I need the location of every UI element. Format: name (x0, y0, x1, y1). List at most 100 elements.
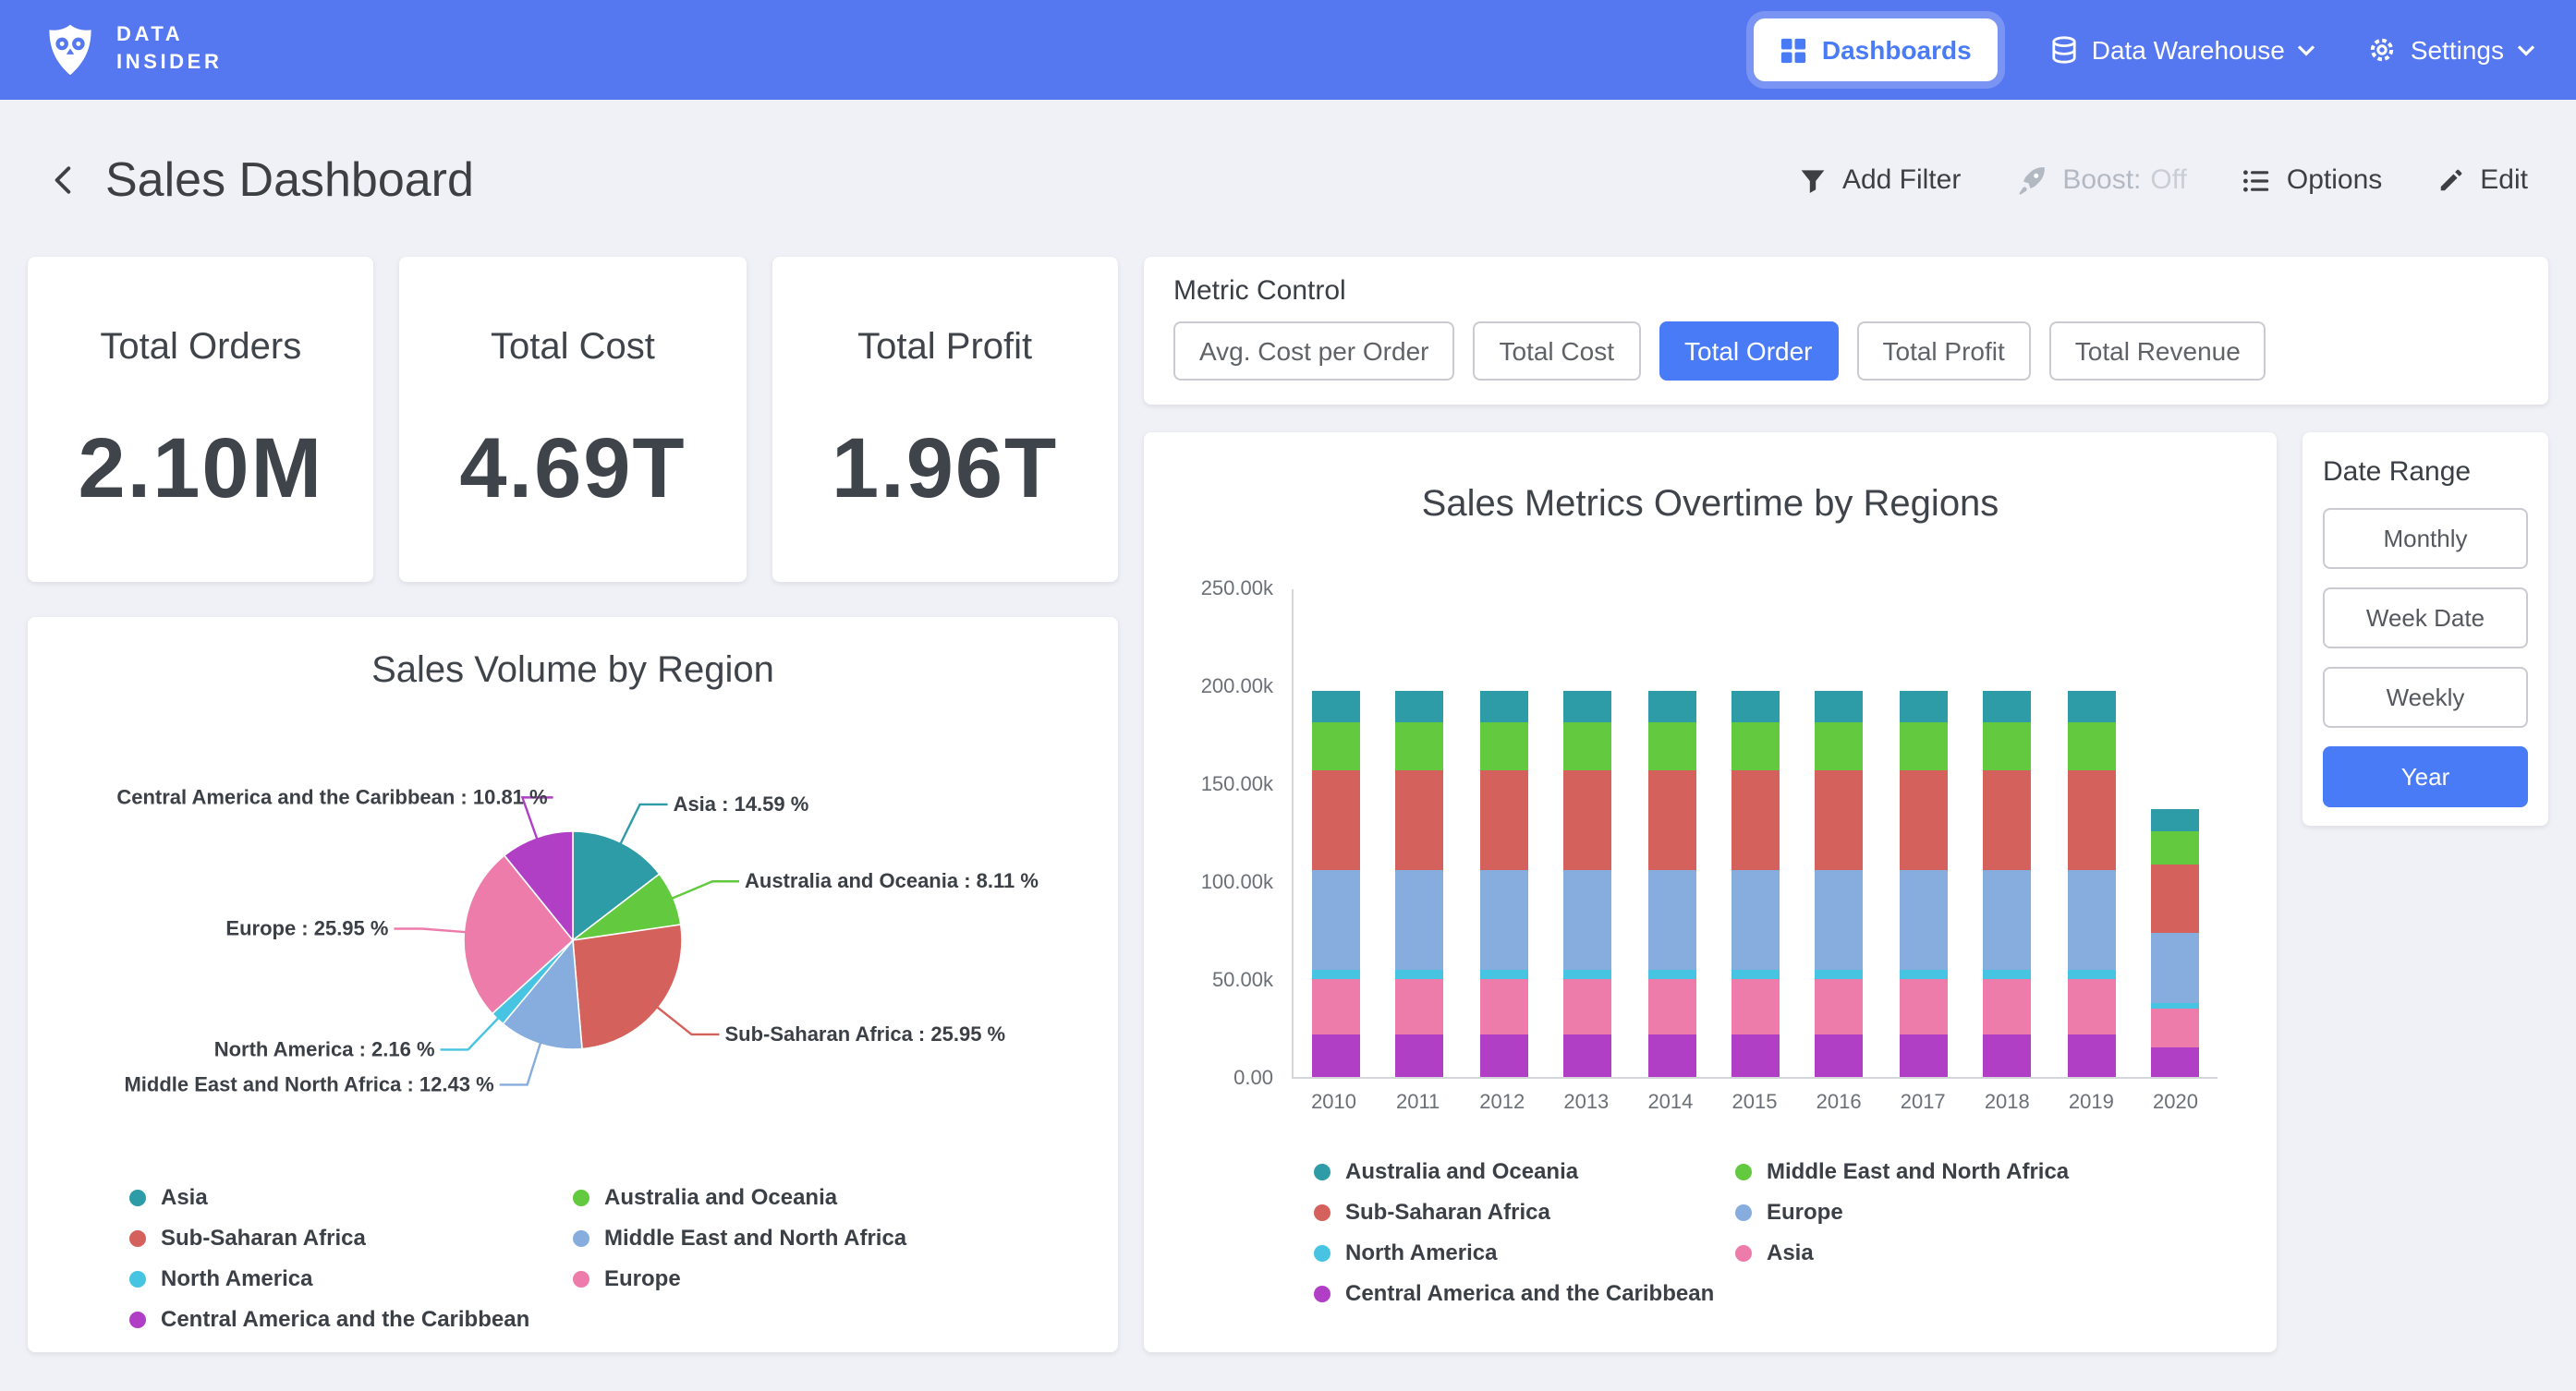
edit-button[interactable]: Edit (2437, 164, 2528, 196)
x-tick-label: 2012 (1460, 1092, 1544, 1114)
date-range-option-week-date[interactable]: Week Date (2323, 587, 2528, 648)
legend-label: North America (161, 1265, 313, 1291)
metric-option-avg-cost-per-order[interactable]: Avg. Cost per Order (1173, 321, 1455, 381)
edit-label: Edit (2480, 164, 2528, 196)
pie-label-connector (657, 1007, 720, 1034)
metric-option-total-profit[interactable]: Total Profit (1857, 321, 2031, 381)
bar-2018 (1965, 691, 2049, 1077)
metric-option-total-cost[interactable]: Total Cost (1474, 321, 1641, 381)
bar-segment-middle-east-and-north-africa (1984, 722, 2032, 770)
bar-segment-north-america (1311, 971, 1359, 979)
bar-segment-central-america-and-the-caribbean (1647, 1035, 1695, 1077)
pie-slice-label: Sub-Saharan Africa : 25.95 % (724, 1022, 1005, 1046)
legend-dot (1314, 1285, 1331, 1301)
brand-logo[interactable]: DATA INSIDER (41, 20, 222, 79)
bar-segment-north-america (1900, 971, 1948, 979)
pie-label-connector (441, 1018, 499, 1050)
bar-segment-central-america-and-the-caribbean (2152, 1048, 2200, 1077)
legend-label: Asia (1767, 1240, 1814, 1265)
bar-segment-north-america (1984, 971, 2032, 979)
date-range-option-year[interactable]: Year (2323, 746, 2528, 807)
x-tick-label: 2014 (1628, 1092, 1712, 1114)
bar-segment-north-america (1479, 971, 1527, 979)
bar-segment-north-america (1395, 971, 1443, 979)
legend-label: Australia and Oceania (604, 1184, 837, 1210)
legend-dot (1735, 1163, 1752, 1179)
bar-segment-asia (1816, 979, 1864, 1035)
kpi-value: 2.10M (28, 417, 374, 517)
date-range-option-weekly[interactable]: Weekly (2323, 667, 2528, 728)
pie-slice-label: Asia : 14.59 % (674, 792, 809, 816)
main-content: Total Orders 2.10M Total Cost 4.69T Tota… (0, 257, 2576, 1352)
pie-label-connector (500, 1043, 541, 1085)
bar-segment-sub-saharan-africa (1732, 770, 1780, 870)
legend-item-sub-saharan-africa[interactable]: Sub-Saharan Africa (1314, 1199, 1735, 1225)
legend-item-asia[interactable]: Asia (1735, 1240, 2219, 1265)
legend-item-central-america-and-the-caribbean[interactable]: Central America and the Caribbean (1314, 1280, 1735, 1306)
legend-label: Sub-Saharan Africa (161, 1225, 366, 1251)
legend-item-middle-east-and-north-africa[interactable]: Middle East and North Africa (1735, 1158, 2219, 1184)
bar-segment-asia (1311, 979, 1359, 1035)
kpi-label: Total Orders (28, 327, 374, 369)
add-filter-label: Add Filter (1842, 164, 1961, 196)
bar-chart-title: Sales Metrics Overtime by Regions (1177, 484, 2243, 526)
bar-chart: 0.0050.00k100.00k150.00k200.00k250.00k (1177, 589, 2243, 1079)
bar-segment-sub-saharan-africa (1563, 770, 1611, 870)
bar-segment-middle-east-and-north-africa (1816, 722, 1864, 770)
legend-label: Europe (1767, 1199, 1843, 1225)
bar-segment-australia-and-oceania (1900, 691, 1948, 722)
legend-item-sub-saharan-africa[interactable]: Sub-Saharan Africa (129, 1225, 573, 1251)
legend-item-central-america-and-the-caribbean[interactable]: Central America and the Caribbean (129, 1306, 573, 1332)
bar-segment-middle-east-and-north-africa (1479, 722, 1527, 770)
bar-segment-australia-and-oceania (1395, 691, 1443, 722)
back-button[interactable] (48, 164, 79, 196)
bar-segment-north-america (1563, 971, 1611, 979)
legend-item-north-america[interactable]: North America (129, 1265, 573, 1291)
legend-dot (129, 1189, 146, 1205)
legend-item-australia-and-oceania[interactable]: Australia and Oceania (573, 1184, 1016, 1210)
bar-segment-australia-and-oceania (2068, 691, 2116, 722)
legend-dot (1735, 1244, 1752, 1261)
pie-chart-card: Sales Volume by Region Asia : 14.59 %Aus… (28, 617, 1118, 1352)
bar-segment-australia-and-oceania (1479, 691, 1527, 722)
kpi-row: Total Orders 2.10M Total Cost 4.69T Tota… (28, 257, 1118, 582)
dashboard-grid-icon (1780, 36, 1807, 64)
bar-segment-central-america-and-the-caribbean (1395, 1035, 1443, 1077)
bar-segment-middle-east-and-north-africa (2152, 830, 2200, 864)
bar-segment-australia-and-oceania (1563, 691, 1611, 722)
chevron-down-icon (2298, 43, 2316, 56)
nav-data-warehouse[interactable]: Data Warehouse (2049, 35, 2316, 65)
header-actions: Add Filter Boost: Off Options (1798, 164, 2528, 196)
x-tick-label: 2018 (1965, 1092, 2049, 1114)
legend-item-north-america[interactable]: North America (1314, 1240, 1735, 1265)
metric-option-total-order[interactable]: Total Order (1659, 321, 1839, 381)
kpi-card-total-profit: Total Profit 1.96T (772, 257, 1118, 582)
bar-segment-europe (1479, 870, 1527, 970)
pencil-icon (2437, 166, 2465, 194)
legend-item-europe[interactable]: Europe (573, 1265, 1016, 1291)
legend-dot (573, 1189, 589, 1205)
y-tick-label: 200.00k (1201, 676, 1273, 698)
kpi-value: 1.96T (772, 417, 1118, 517)
nav-settings[interactable]: Settings (2368, 35, 2535, 65)
date-range-title: Date Range (2323, 456, 2528, 488)
legend-dot (1314, 1204, 1331, 1220)
kpi-card-total-orders: Total Orders 2.10M (28, 257, 374, 582)
options-button[interactable]: Options (2242, 164, 2382, 196)
legend-item-asia[interactable]: Asia (129, 1184, 573, 1210)
legend-dot (1314, 1163, 1331, 1179)
add-filter-button[interactable]: Add Filter (1798, 164, 1961, 196)
bar-segment-asia (2152, 1009, 2200, 1047)
date-range-option-monthly[interactable]: Monthly (2323, 508, 2528, 569)
nav-dashboards-button[interactable]: Dashboards (1754, 18, 1998, 81)
bar-segment-central-america-and-the-caribbean (2068, 1035, 2116, 1077)
page-title: Sales Dashboard (105, 151, 1798, 209)
legend-item-australia-and-oceania[interactable]: Australia and Oceania (1314, 1158, 1735, 1184)
boost-toggle[interactable]: Boost: Off (2016, 164, 2187, 196)
legend-item-europe[interactable]: Europe (1735, 1199, 2219, 1225)
bar-2010 (1294, 691, 1378, 1077)
legend-item-middle-east-and-north-africa[interactable]: Middle East and North Africa (573, 1225, 1016, 1251)
bar-2016 (1797, 691, 1881, 1077)
bar-segment-central-america-and-the-caribbean (1816, 1035, 1864, 1077)
metric-option-total-revenue[interactable]: Total Revenue (2049, 321, 2266, 381)
